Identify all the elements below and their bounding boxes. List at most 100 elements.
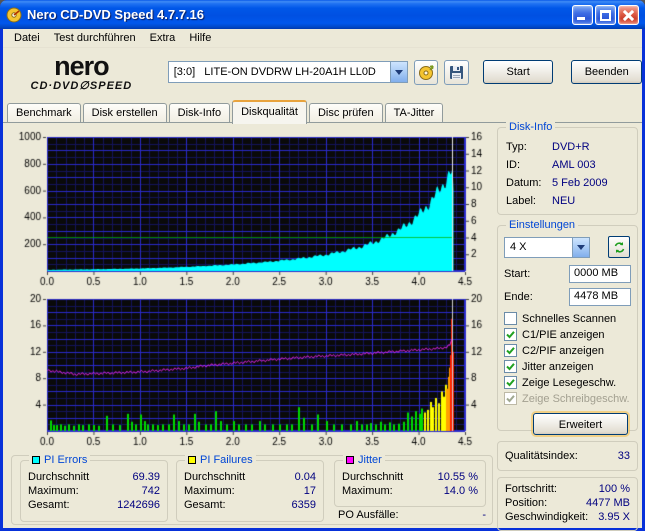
close-button[interactable] <box>618 4 639 25</box>
disk-date-value: 5 Feb 2009 <box>552 177 608 189</box>
disk-info-row: Typ: DVD+R <box>506 141 590 153</box>
start-field-label: Start: <box>504 268 531 280</box>
chevron-down-icon <box>577 244 585 250</box>
pi-errors-group: PI Errors Durchschnitt 69.39 Maximum: 742 … <box>20 454 168 522</box>
advanced-button[interactable]: Erweitert <box>533 413 628 435</box>
drive-select-dropdown-button[interactable] <box>389 62 407 82</box>
nero-logo: nero CD·DVD∅SPEED <box>30 50 133 92</box>
refresh-icon <box>614 241 624 253</box>
position-row: Position: 4477 MB <box>505 497 630 509</box>
menu-datei[interactable]: Datei <box>7 30 47 46</box>
progress-box: Fortschritt: 100 % Position: 4477 MB Gesch… <box>497 477 638 531</box>
drive-select-value: [3:0] LITE-ON DVDRW LH-20A1H LL0D <box>173 66 376 78</box>
eject-disc-icon <box>418 64 434 80</box>
title-bar[interactable]: Nero CD-DVD Speed 4.7.7.16 <box>0 0 645 29</box>
pi-errors-maximum: 742 <box>141 485 160 497</box>
save-icon <box>450 65 464 79</box>
pi-errors-chart <box>7 125 495 291</box>
position-value: 4477 MB <box>585 497 630 509</box>
pi-failures-group: PI Failures Durchschnitt 0.04 Maximum: 17 … <box>176 454 324 522</box>
pi-failures-total: 6359 <box>291 499 316 511</box>
menu-test-durchfuehren[interactable]: Test durchführen <box>47 30 143 46</box>
disk-info-group: Disk-Info Typ: DVD+R ID: AML 003 Datum: 5 F… <box>497 121 638 215</box>
pi-errors-average: 69.39 <box>132 471 160 483</box>
checkmark-icon <box>504 328 517 341</box>
speed-select-dropdown-button[interactable] <box>572 237 589 257</box>
tab-disk-erstellen[interactable]: Disk erstellen <box>82 103 167 123</box>
menu-bar: Datei Test durchführen Extra Hilfe <box>3 29 642 48</box>
checkmark-icon <box>504 376 517 389</box>
tab-diskqualitaet[interactable]: Diskqualität <box>232 100 307 124</box>
pi-failures-legend-swatch <box>188 456 196 464</box>
menu-extra[interactable]: Extra <box>143 30 183 46</box>
po-failures-value: - <box>482 509 486 521</box>
jitter-group: Jitter Durchschnitt 10.55 % Maximum: 14.0 … <box>334 454 486 507</box>
statistics-panel: PI Errors Durchschnitt 69.39 Maximum: 742 … <box>11 454 493 525</box>
right-panel: Disk-Info Typ: DVD+R ID: AML 003 Datum: 5 F… <box>497 121 638 531</box>
disk-info-row: Label: NEU <box>506 195 576 207</box>
pi-failures-caption: PI Failures <box>200 454 253 466</box>
checkbox-c1-pie-anzeigen[interactable]: C1/PIE anzeigen <box>504 327 631 342</box>
disk-id-value: AML 003 <box>552 159 596 171</box>
client-area: Datei Test durchführen Extra Hilfe nero … <box>3 29 642 531</box>
po-failures-row: PO Ausfälle: - <box>338 509 486 521</box>
end-field[interactable]: 4478 MB <box>569 288 631 306</box>
start-button[interactable]: Start <box>482 60 554 84</box>
quality-index-box: Qualitätsindex: 33 <box>497 441 638 471</box>
quality-index-label: Qualitätsindex: <box>505 450 578 462</box>
jitter-average: 10.55 % <box>437 471 478 483</box>
minimize-button[interactable] <box>572 4 593 25</box>
tab-disc-pruefen[interactable]: Disc prüfen <box>308 103 383 123</box>
toolbar: nero CD·DVD∅SPEED [3:0] LITE-ON DVDRW LH… <box>3 48 642 96</box>
progress-row: Fortschritt: 100 % <box>505 483 630 495</box>
jitter-caption: Jitter <box>358 454 382 466</box>
diskquality-page: Disk-Info Typ: DVD+R ID: AML 003 Datum: 5 F… <box>3 121 642 531</box>
tab-bar: Benchmark Disk erstellen Disk-Info Diskq… <box>3 96 642 124</box>
pi-errors-total: 1242696 <box>117 499 160 511</box>
speed-select-value: 4 X <box>510 241 527 253</box>
tab-ta-jitter[interactable]: TA-Jitter <box>384 103 444 123</box>
pi-failures-average: 0.04 <box>294 471 316 483</box>
refresh-button[interactable] <box>608 236 630 258</box>
maximize-icon <box>600 9 611 21</box>
jitter-legend-swatch <box>346 456 354 464</box>
checkmark-icon <box>504 360 517 373</box>
checkbox-c2-pif-anzeigen[interactable]: C2/PIF anzeigen <box>504 343 631 358</box>
pi-failures-maximum: 17 <box>303 485 316 497</box>
jitter-pif-chart <box>7 293 495 451</box>
chevron-down-icon <box>394 69 403 75</box>
minimize-icon <box>577 16 585 20</box>
app-icon <box>6 7 22 23</box>
disk-label-value: NEU <box>552 195 576 207</box>
checkmark-icon <box>504 392 517 405</box>
checkbox-jitter-anzeigen[interactable]: Jitter anzeigen <box>504 359 631 374</box>
quality-index-value: 33 <box>617 450 630 462</box>
pi-errors-caption: PI Errors <box>44 454 88 466</box>
checkbox-schnelles-scannen[interactable]: Schnelles Scannen <box>504 311 631 326</box>
jitter-maximum: 14.0 % <box>443 485 478 497</box>
speed-select[interactable]: 4 X <box>504 236 590 258</box>
eject-button[interactable] <box>413 59 439 85</box>
start-field[interactable]: 0000 MB <box>569 265 631 283</box>
tab-benchmark[interactable]: Benchmark <box>7 103 81 123</box>
checkbox-zeige-lesegeschw[interactable]: Zeige Lesegeschw. <box>504 375 631 390</box>
app-window: Nero CD-DVD Speed 4.7.7.16 Datei Test du… <box>0 0 645 531</box>
save-button[interactable] <box>444 59 469 85</box>
checkbox-icon <box>504 312 517 325</box>
menu-hilfe[interactable]: Hilfe <box>182 30 218 46</box>
po-failures-label: PO Ausfälle: <box>338 509 399 521</box>
maximize-button[interactable] <box>595 4 616 25</box>
checkbox-zeige-schreibgeschw: Zeige Schreibgeschw. <box>504 391 631 406</box>
progress-value: 100 % <box>598 483 630 495</box>
disk-info-row: ID: AML 003 <box>506 159 596 171</box>
tab-disk-info[interactable]: Disk-Info <box>168 103 231 123</box>
checkmark-icon <box>504 344 517 357</box>
quit-button[interactable]: Beenden <box>571 60 642 84</box>
settings-group: Einstellungen 4 X Start: 0000 MB Ende: 447… <box>497 219 638 435</box>
speed-row: Geschwindigkeit: 3.95 X <box>505 511 630 523</box>
end-field-label: Ende: <box>504 291 533 303</box>
window-title: Nero CD-DVD Speed 4.7.7.16 <box>27 7 205 22</box>
drive-select[interactable]: [3:0] LITE-ON DVDRW LH-20A1H LL0D <box>167 61 408 83</box>
disk-info-row: Datum: 5 Feb 2009 <box>506 177 608 189</box>
pi-errors-legend-swatch <box>32 456 40 464</box>
